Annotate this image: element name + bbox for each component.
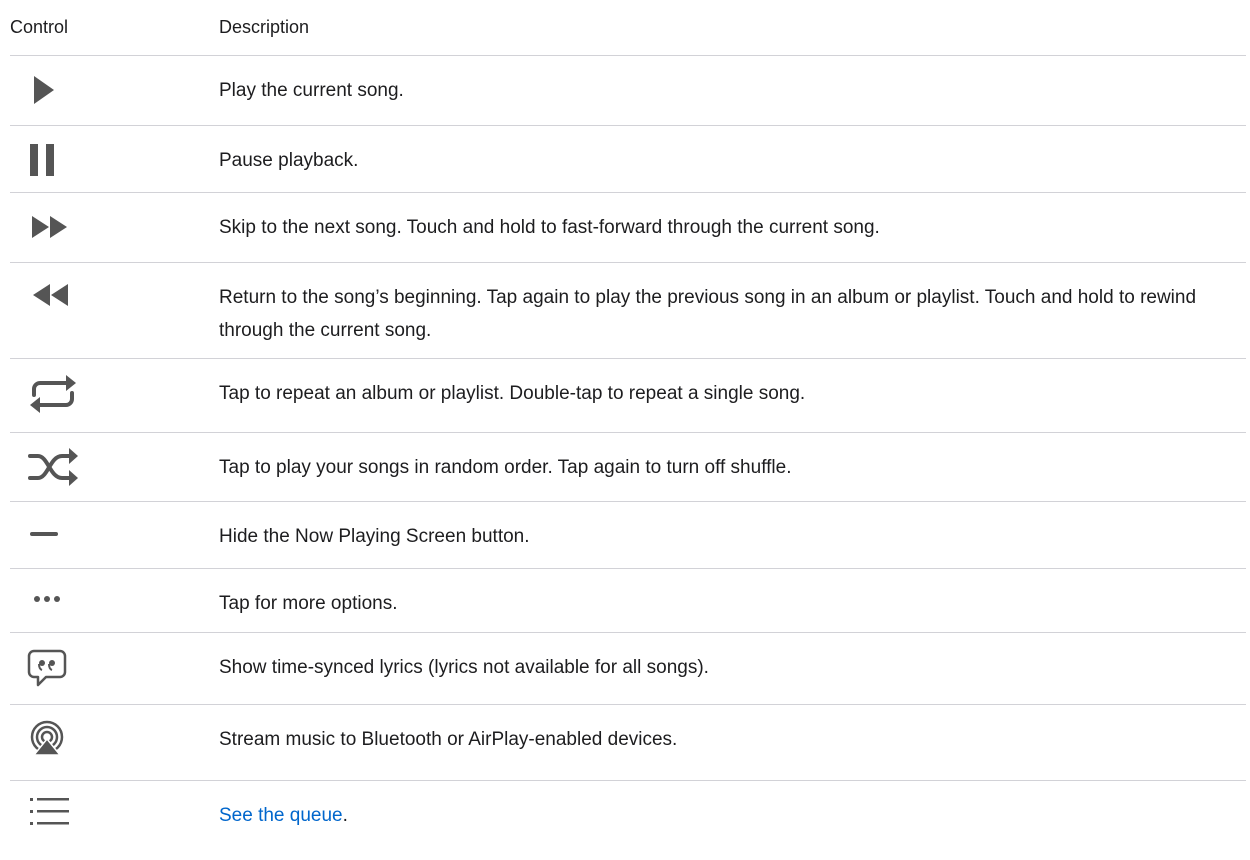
column-header-control: Control xyxy=(10,17,69,37)
table-row: Stream music to Bluetooth or AirPlay-ena… xyxy=(10,705,1246,781)
row-description: Skip to the next song. Touch and hold to… xyxy=(219,217,880,238)
table-row: Tap to repeat an album or playlist. Doub… xyxy=(10,359,1246,433)
row-description: Hide the Now Playing Screen button. xyxy=(219,526,530,547)
row-description: Tap to repeat an album or playlist. Doub… xyxy=(219,383,806,404)
table-row: Play the current song. xyxy=(10,56,1246,126)
row-description: See the queue. xyxy=(219,781,1246,832)
airplay-icon xyxy=(10,705,219,780)
row-description: Tap for more options. xyxy=(219,593,398,614)
row-description: Pause playback. xyxy=(219,150,359,171)
minus-icon xyxy=(10,502,219,568)
queue-list-icon xyxy=(10,781,219,837)
ellipsis-icon xyxy=(10,569,219,632)
table-row: Pause playback. xyxy=(10,126,1246,193)
table-row: Tap for more options. xyxy=(10,569,1246,633)
table-row: Show time-synced lyrics (lyrics not avai… xyxy=(10,633,1246,705)
row-description: Return to the song’s beginning. Tap agai… xyxy=(219,287,1197,341)
shuffle-icon xyxy=(10,433,219,501)
row-description: Show time-synced lyrics (lyrics not avai… xyxy=(219,657,709,678)
lyrics-icon xyxy=(10,633,219,704)
table-header: Control Description xyxy=(10,0,1246,56)
fast-forward-icon xyxy=(10,193,219,262)
column-header-description: Description xyxy=(219,17,310,37)
row-description: Play the current song. xyxy=(219,80,404,101)
play-icon xyxy=(10,56,219,125)
table-row: Return to the song’s beginning. Tap agai… xyxy=(10,263,1246,359)
row-description: Stream music to Bluetooth or AirPlay-ena… xyxy=(219,729,678,750)
table-row: Skip to the next song. Touch and hold to… xyxy=(10,193,1246,263)
row-description: Tap to play your songs in random order. … xyxy=(219,457,792,478)
repeat-icon xyxy=(10,359,219,432)
rewind-icon xyxy=(10,263,219,358)
pause-icon xyxy=(10,126,219,192)
table-row: Hide the Now Playing Screen button. xyxy=(10,502,1246,569)
controls-table: Control Description Play the current son… xyxy=(10,0,1246,837)
link-suffix: . xyxy=(342,805,348,826)
table-row: See the queue. xyxy=(10,781,1246,837)
see-the-queue-link[interactable]: See the queue xyxy=(219,805,343,826)
table-row: Tap to play your songs in random order. … xyxy=(10,433,1246,502)
